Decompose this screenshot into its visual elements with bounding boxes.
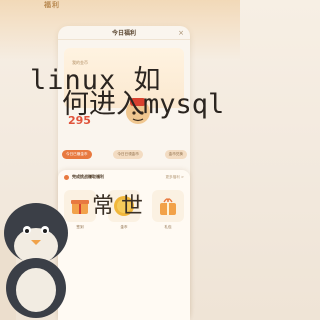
overlay-title-line3: 常 世 (92, 194, 143, 219)
pill-received[interactable]: 今日已领金币 (113, 150, 143, 159)
gift-box-icon (160, 198, 176, 215)
reward-label: 礼包 (164, 225, 172, 229)
rewards-title: 完成挑战赚取福利 (72, 174, 104, 179)
top-badge-text: 福利 (44, 1, 60, 9)
reward-tile-gift[interactable] (152, 190, 184, 222)
pill-exchange[interactable]: 金币兑换 (164, 150, 187, 159)
reward-label: 金币 (120, 225, 128, 229)
pill-row: 今日已赚金币 今日已领金币 金币兑换 (62, 150, 187, 159)
overlay-title-line2: 何进入mysql (62, 89, 225, 120)
close-icon[interactable]: × (178, 29, 184, 37)
more-link[interactable]: 更多福利 > (165, 175, 184, 180)
penguin-mascot-icon (4, 203, 68, 318)
page-title: 今日福利 (111, 30, 136, 37)
phone-header: 今日福利 × (58, 26, 190, 40)
pill-earned[interactable]: 今日已赚金币 (62, 150, 92, 159)
